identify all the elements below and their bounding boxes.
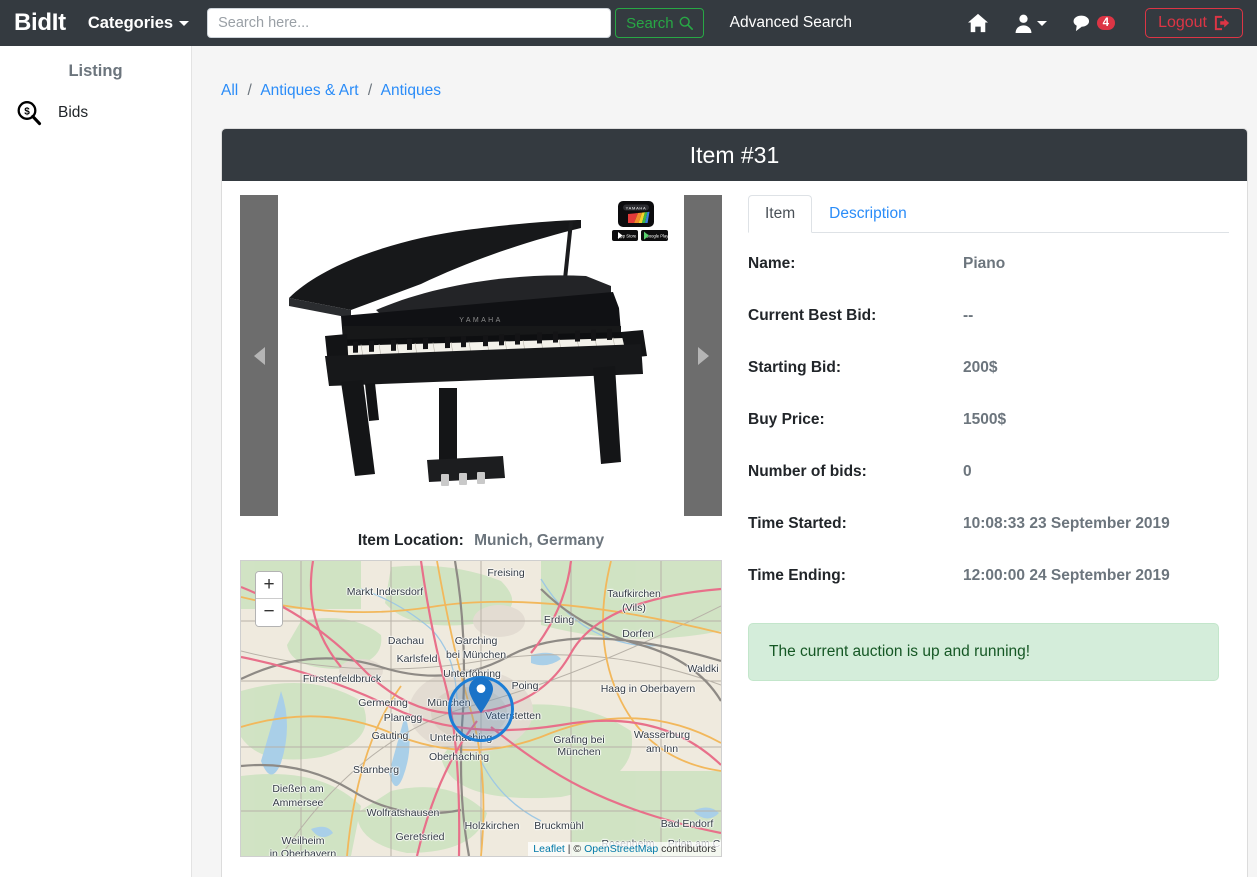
breadcrumb-item-antiques[interactable]: Antiques: [381, 82, 441, 99]
map-zoom-control[interactable]: + −: [255, 571, 283, 627]
table-row: Name: Piano: [748, 255, 1229, 307]
tab-item[interactable]: Item: [748, 195, 813, 233]
detail-value-time-ending: 12:00:00 24 September 2019: [963, 567, 1170, 584]
item-media-column: YAMAHA YAMAHA App Store Google Play Item…: [240, 195, 722, 857]
item-image-carousel[interactable]: YAMAHA YAMAHA App Store Google Play: [240, 195, 722, 516]
item-card: Item #31 YAMAHA YAMAHA App Store Google …: [221, 128, 1248, 877]
detail-key-time-started: Time Started:: [748, 515, 847, 532]
openstreetmap-link[interactable]: OpenStreetMap: [584, 843, 658, 855]
table-row: Buy Price: 1500$: [748, 411, 1229, 463]
page-title: Item #31: [222, 129, 1247, 181]
categories-dropdown[interactable]: Categories: [87, 13, 190, 33]
logout-label: Logout: [1158, 14, 1207, 31]
map-zoom-in-button[interactable]: +: [256, 572, 282, 599]
item-tabs: Item Description: [748, 195, 1229, 233]
search-button[interactable]: Search: [615, 8, 704, 38]
detail-key-starting-bid: Starting Bid:: [748, 359, 841, 376]
detail-value-time-started: 10:08:33 23 September 2019: [963, 515, 1170, 532]
user-icon: [1015, 14, 1032, 33]
search-button-label: Search: [626, 14, 674, 32]
item-location-value: Munich, Germany: [474, 532, 605, 549]
carousel-next-button[interactable]: [684, 195, 722, 516]
main-content: All / Antiques & Art / Antiques Item #31: [192, 46, 1257, 877]
item-details-column: Item Description Name: Piano Current Bes…: [722, 195, 1229, 857]
carousel-prev-button[interactable]: [240, 195, 278, 516]
svg-text:YAMAHA: YAMAHA: [626, 205, 647, 210]
chevron-down-icon: [179, 20, 190, 26]
breadcrumb-separator: /: [247, 82, 252, 99]
bid-search-dollar-icon: $: [8, 100, 50, 126]
sidebar-item-bids[interactable]: $ Bids: [0, 97, 191, 129]
svg-text:Google Play: Google Play: [646, 233, 668, 238]
detail-value-starting-bid: 200$: [963, 359, 998, 376]
table-row: Time Ending: 12:00:00 24 September 2019: [748, 567, 1229, 619]
detail-key-time-ending: Time Ending:: [748, 567, 846, 584]
table-row: Time Started: 10:08:33 23 September 2019: [748, 515, 1229, 567]
yamaha-app-badge: YAMAHA App Store Google Play: [612, 201, 669, 243]
user-menu[interactable]: [1015, 14, 1047, 33]
home-icon-glyph: [967, 13, 988, 33]
advanced-search-link[interactable]: Advanced Search: [730, 14, 852, 32]
detail-key-buy-price: Buy Price:: [748, 411, 825, 428]
home-icon[interactable]: [967, 13, 989, 33]
detail-value-number-of-bids: 0: [963, 463, 972, 480]
svg-text:YAMAHA: YAMAHA: [459, 317, 502, 324]
table-row: Starting Bid: 200$: [748, 359, 1229, 411]
search-input[interactable]: [207, 8, 612, 38]
sidebar-title: Listing: [68, 62, 123, 80]
breadcrumb: All / Antiques & Art / Antiques: [192, 46, 1257, 100]
map-tiles: [241, 561, 721, 856]
detail-value-name: Piano: [963, 255, 1006, 272]
brand-logo[interactable]: BidIt: [14, 9, 66, 37]
map-attribution: Leaflet | © OpenStreetMap contributors: [528, 842, 721, 856]
item-image-piano: YAMAHA: [289, 219, 647, 486]
detail-value-current-best-bid: --: [963, 307, 974, 324]
messages-button[interactable]: 4: [1073, 14, 1116, 32]
location-map[interactable]: + − Freising Markt Indersdorf Taufkirchen(…: [240, 560, 722, 857]
detail-value-buy-price: 1500$: [963, 411, 1007, 428]
messages-badge: 4: [1096, 16, 1116, 30]
chevron-left-icon: [253, 346, 265, 365]
item-location: Item Location: Munich, Germany: [240, 516, 722, 560]
attr-copyright: ©: [573, 843, 582, 855]
chevron-down-icon: [1036, 20, 1047, 26]
svg-text:$: $: [24, 107, 30, 118]
carousel-slide: YAMAHA: [278, 195, 684, 516]
bid-search-dollar-icon-glyph: $: [17, 101, 42, 126]
chevron-right-icon: [697, 346, 709, 365]
navbar-right-group: 4 Logout: [967, 8, 1243, 38]
detail-key-current-best-bid: Current Best Bid:: [748, 307, 877, 324]
map-zoom-out-button[interactable]: −: [256, 599, 282, 626]
breadcrumb-separator: /: [367, 82, 373, 99]
table-row: Current Best Bid: --: [748, 307, 1229, 359]
breadcrumb-item-antiques-art[interactable]: Antiques & Art: [260, 82, 358, 99]
attr-divider: |: [567, 843, 571, 855]
sidebar-item-label: Bids: [58, 104, 89, 121]
logout-icon: [1214, 15, 1230, 31]
item-detail-table: Name: Piano Current Best Bid: -- Startin…: [748, 255, 1229, 619]
categories-label: Categories: [87, 13, 174, 32]
sidebar: Listing $ Bids: [0, 46, 192, 877]
yamaha-app-badge-glyph: YAMAHA App Store Google Play: [612, 201, 669, 241]
tab-description[interactable]: Description: [812, 195, 924, 233]
messages-icon: [1073, 15, 1089, 32]
table-row: Number of bids: 0: [748, 463, 1229, 515]
card-body: YAMAHA YAMAHA App Store Google Play Item…: [222, 181, 1247, 857]
search-icon: [679, 16, 693, 30]
logout-button[interactable]: Logout: [1145, 8, 1243, 38]
attr-suffix: contributors: [661, 843, 716, 855]
detail-key-name: Name:: [748, 255, 796, 272]
leaflet-link[interactable]: Leaflet: [533, 843, 565, 855]
breadcrumb-item-all[interactable]: All: [221, 82, 238, 99]
detail-key-number-of-bids: Number of bids:: [748, 463, 867, 480]
top-navbar: BidIt Categories Search Advanced Search: [0, 0, 1257, 46]
item-location-label: Item Location:: [357, 532, 464, 549]
auction-status-alert: The current auction is up and running!: [748, 623, 1219, 681]
